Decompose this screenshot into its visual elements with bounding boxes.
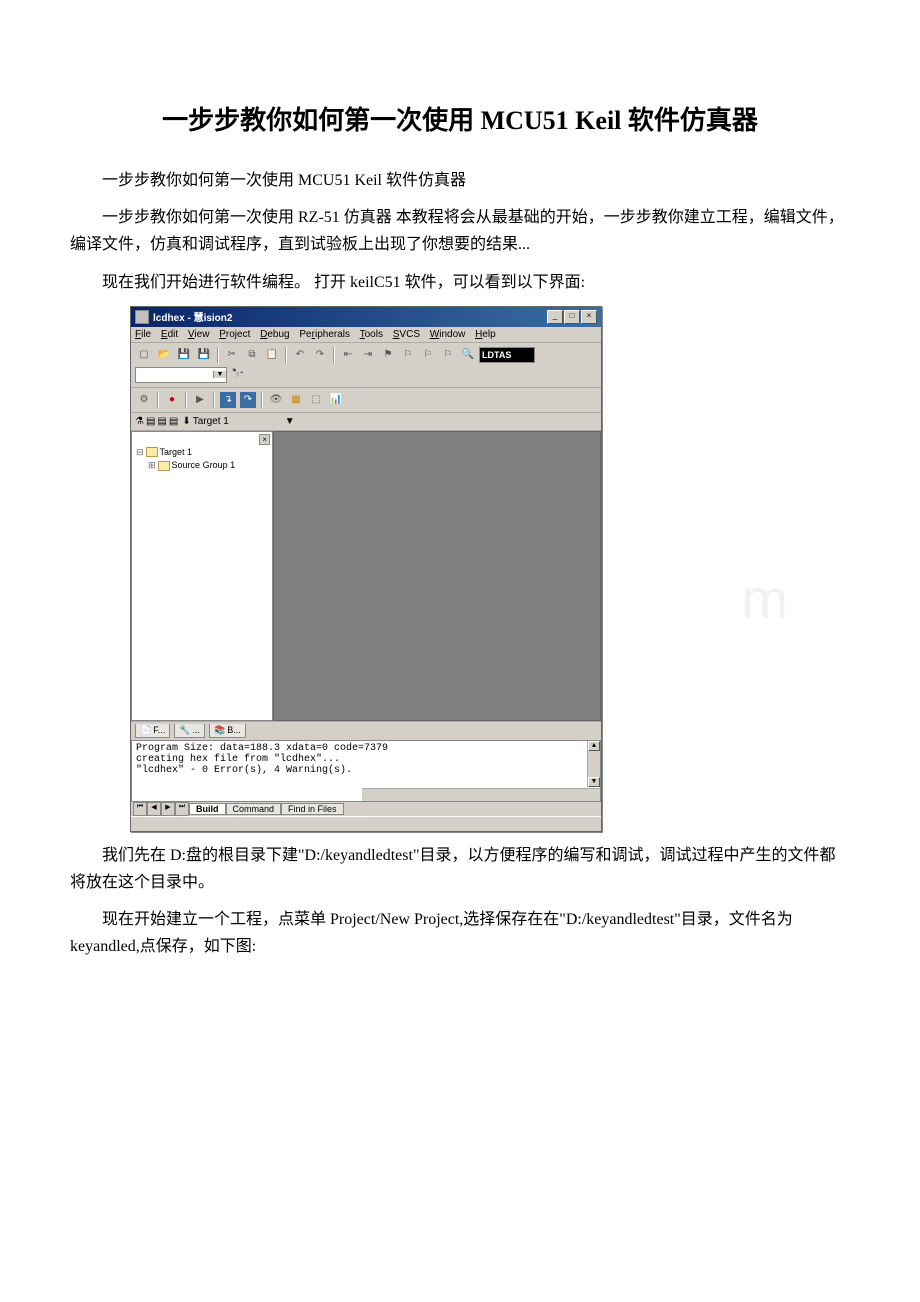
tree-source-group[interactable]: Source Group 1 <box>148 459 268 473</box>
toolbar-build: ⚗ ▤ ▤ ▤ ⬇ Target 1 ▼ <box>131 413 601 431</box>
build-target-icon[interactable]: ▤ <box>169 416 178 427</box>
menu-tools[interactable]: Tools <box>360 329 383 340</box>
watermark: m <box>741 566 790 631</box>
find-icon[interactable]: 🔍 <box>459 346 477 364</box>
translate-icon[interactable]: ⚗ <box>135 416 144 427</box>
tab-regs[interactable]: 🔧 ... <box>174 724 205 738</box>
output-line: "lcdhex" - 0 Error(s), 4 Warning(s). <box>136 765 596 776</box>
scrollbar-vertical[interactable] <box>587 741 600 787</box>
doc-title: 一步步教你如何第一次使用 MCU51 Keil 软件仿真器 <box>70 100 850 137</box>
output-line: creating hex file from "lcdhex"... <box>136 754 596 765</box>
copy-icon[interactable]: ⧉ <box>243 346 261 364</box>
project-tree[interactable]: Target 1 Source Group 1 <box>132 432 272 477</box>
analyze-icon[interactable]: 📊 <box>327 391 345 409</box>
paragraph-5: 现在开始建立一个工程，点菜单 Project/New Project,选择保存在… <box>70 906 850 960</box>
new-file-icon[interactable]: ▢ <box>135 346 153 364</box>
output-tabs: ⏮ ◀ ▶ ⏭ Build Command Find in Files <box>131 802 601 816</box>
outdent-icon[interactable]: ⇥ <box>359 346 377 364</box>
maximize-button[interactable]: □ <box>564 310 580 324</box>
tab-books[interactable]: 📚 B... <box>209 724 246 738</box>
find-text[interactable]: LDTAS <box>479 347 535 363</box>
build-icon[interactable]: ▤ <box>146 416 155 427</box>
menu-file[interactable]: File <box>135 329 151 340</box>
tab-nav-first[interactable]: ⏮ <box>133 802 147 816</box>
separator <box>285 347 287 363</box>
statusbar <box>131 816 601 831</box>
separator <box>157 392 159 408</box>
tree-target[interactable]: Target 1 <box>136 446 268 460</box>
menu-debug[interactable]: Debug <box>260 329 289 340</box>
breakpoint-icon[interactable]: ● <box>163 391 181 409</box>
serial-icon[interactable]: ⬚ <box>307 391 325 409</box>
folder-icon <box>146 447 158 457</box>
menu-view[interactable]: View <box>188 329 210 340</box>
minimize-button[interactable]: _ <box>547 310 563 324</box>
bookmark-icon[interactable]: ⚑ <box>379 346 397 364</box>
toolbar-debug: ⚙ ● ▶ ↴ ↷ 👁 ▦ ⬚ 📊 <box>131 388 601 413</box>
output-line: Program Size: data=188.3 xdata=0 code=73… <box>136 743 596 754</box>
close-button[interactable]: × <box>581 310 597 324</box>
debug-icon[interactable]: ⚙ <box>135 391 153 409</box>
paragraph-4: 我们先在 D:盘的根目录下建"D:/keyandledtest"目录，以方便程序… <box>70 842 850 896</box>
tab-nav-next[interactable]: ▶ <box>161 802 175 816</box>
target-combo-arrow[interactable]: ▼ <box>285 416 301 427</box>
output-panel: Program Size: data=188.3 xdata=0 code=73… <box>131 740 601 802</box>
redo-icon[interactable]: ↷ <box>311 346 329 364</box>
binoculars-icon[interactable]: 🔭 <box>229 366 247 384</box>
bookmark-next-icon[interactable]: ⚐ <box>419 346 437 364</box>
tab-nav-prev[interactable]: ◀ <box>147 802 161 816</box>
project-panel: × Target 1 Source Group 1 <box>131 431 273 721</box>
target-combo[interactable]: Target 1 <box>193 416 283 427</box>
output-tab-find[interactable]: Find in Files <box>281 803 344 815</box>
watch-icon[interactable]: 👁 <box>267 391 285 409</box>
toolbar-main: ▢ 📂 💾 💾 ✂ ⧉ 📋 ↶ ↷ ⇤ ⇥ ⚑ ⚐ ⚐ ⚐ 🔍 LDTAS <box>131 343 601 388</box>
paragraph-3: 现在我们开始进行软件编程。 打开 keilC51 软件，可以看到以下界面: <box>70 269 850 296</box>
bookmark-prev-icon[interactable]: ⚐ <box>399 346 417 364</box>
menu-edit[interactable]: Edit <box>161 329 178 340</box>
separator <box>261 392 263 408</box>
save-icon[interactable]: 💾 <box>175 346 193 364</box>
find-combo[interactable]: ▼ <box>135 367 227 383</box>
keil-screenshot: m lcdhex - 慧ision2 _ □ × File Edit View … <box>130 306 850 832</box>
window-titlebar: lcdhex - 慧ision2 _ □ × <box>131 307 601 327</box>
undo-icon[interactable]: ↶ <box>291 346 309 364</box>
memory-icon[interactable]: ▦ <box>287 391 305 409</box>
download-icon[interactable]: ⬇ <box>182 416 190 427</box>
run-icon[interactable]: ▶ <box>191 391 209 409</box>
scrollbar-horizontal[interactable] <box>362 788 600 801</box>
step-over-icon[interactable]: ↷ <box>239 391 257 409</box>
separator <box>213 392 215 408</box>
project-tabs: 📄 F... 🔧 ... 📚 B... <box>131 721 601 740</box>
bookmark-clear-icon[interactable]: ⚐ <box>439 346 457 364</box>
tab-nav-last[interactable]: ⏭ <box>175 802 189 816</box>
separator <box>185 392 187 408</box>
indent-icon[interactable]: ⇤ <box>339 346 357 364</box>
separator <box>217 347 219 363</box>
menu-peripherals[interactable]: Peripherals <box>299 329 350 340</box>
step-icon[interactable]: ↴ <box>219 391 237 409</box>
rebuild-icon[interactable]: ▤ <box>157 416 166 427</box>
paragraph-2: 一步步教你如何第一次使用 RZ-51 仿真器 本教程将会从最基础的开始，一步步教… <box>70 204 850 258</box>
menu-project[interactable]: Project <box>219 329 250 340</box>
save-all-icon[interactable]: 💾 <box>195 346 213 364</box>
editor-area <box>273 431 601 721</box>
main-body: × Target 1 Source Group 1 <box>131 431 601 721</box>
window-title: lcdhex - 慧ision2 <box>153 309 547 324</box>
open-file-icon[interactable]: 📂 <box>155 346 173 364</box>
menu-window[interactable]: Window <box>430 329 466 340</box>
menu-svcs[interactable]: SVCS <box>393 329 420 340</box>
app-icon <box>135 310 149 324</box>
menubar: File Edit View Project Debug Peripherals… <box>131 327 601 343</box>
separator <box>333 347 335 363</box>
folder-icon <box>158 461 170 471</box>
panel-close-icon[interactable]: × <box>259 434 270 445</box>
output-tab-build[interactable]: Build <box>189 803 226 815</box>
paste-icon[interactable]: 📋 <box>263 346 281 364</box>
cut-icon[interactable]: ✂ <box>223 346 241 364</box>
tab-files[interactable]: 📄 F... <box>135 724 170 738</box>
menu-help[interactable]: Help <box>475 329 496 340</box>
output-tab-command[interactable]: Command <box>226 803 282 815</box>
keil-window: lcdhex - 慧ision2 _ □ × File Edit View Pr… <box>130 306 602 832</box>
paragraph-1: 一步步教你如何第一次使用 MCU51 Keil 软件仿真器 <box>70 167 850 194</box>
